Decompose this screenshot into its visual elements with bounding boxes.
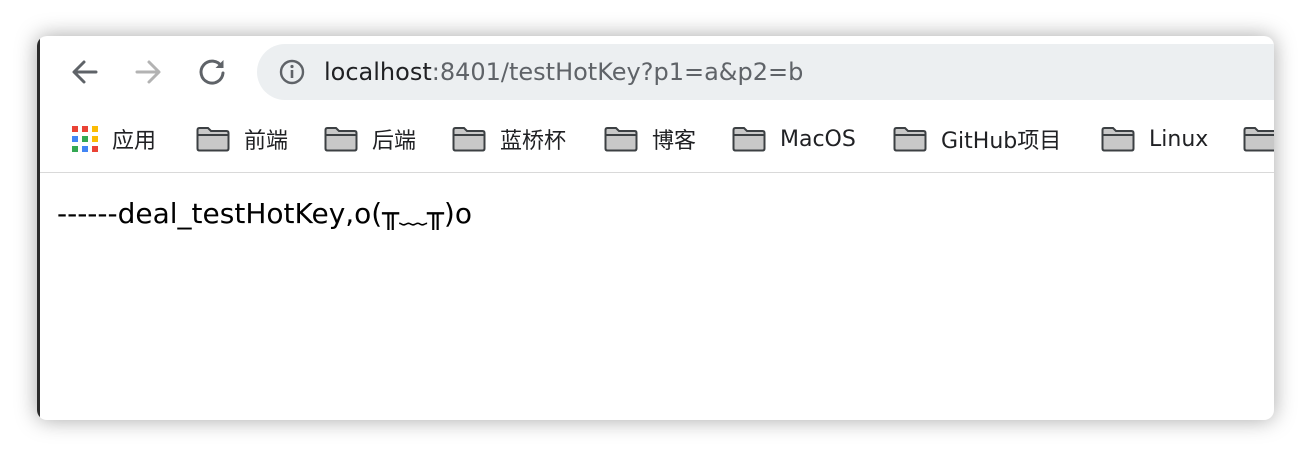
folder-icon: [324, 127, 358, 152]
bookmark-label: GitHub项目: [941, 129, 1062, 154]
address-bar[interactable]: localhost:8401/testHotKey?p1=a&p2=b: [257, 44, 1274, 100]
back-button[interactable]: [67, 54, 103, 90]
arrow-left-icon: [72, 60, 98, 84]
folder-icon: [893, 127, 927, 152]
bookmark-folder-linux[interactable]: Linux: [1101, 122, 1208, 156]
reload-button[interactable]: [194, 54, 230, 90]
forward-button[interactable]: [130, 54, 166, 90]
page-body-text: ------deal_testHotKey,o(╥﹏╥)o: [57, 197, 472, 230]
bookmarks-bar: 应用 前端 后端 蓝桥杯 博客 MacOS GitHub项目 Linux: [37, 108, 1274, 173]
bookmark-folder-frontend[interactable]: 前端: [196, 122, 288, 156]
bookmark-folder-blog[interactable]: 博客: [604, 122, 696, 156]
apps-grid-dot: [92, 146, 98, 152]
bookmark-label: 前端: [244, 129, 289, 154]
apps-grid-dot: [92, 136, 98, 142]
reload-icon: [199, 59, 225, 85]
browser-toolbar: localhost:8401/testHotKey?p1=a&p2=b: [37, 36, 1274, 108]
bookmark-folder-overflow[interactable]: [1243, 122, 1274, 156]
arrow-right-icon: [135, 60, 161, 84]
folder-icon: [452, 127, 486, 152]
bookmark-label-apps: 应用: [112, 129, 157, 154]
apps-grid-icon: [72, 126, 98, 152]
url-path: :8401/testHotKey?p1=a&p2=b: [431, 58, 804, 86]
apps-grid-dot: [72, 146, 78, 152]
url-text[interactable]: localhost:8401/testHotKey?p1=a&p2=b: [324, 57, 803, 87]
apps-grid-dot: [92, 126, 98, 132]
apps-grid-dot: [82, 126, 88, 132]
browser-window: localhost:8401/testHotKey?p1=a&p2=b 应用 前…: [37, 36, 1274, 420]
bookmark-label: 博客: [652, 129, 697, 154]
bookmark-label: 后端: [372, 129, 417, 154]
apps-grid-dot: [82, 136, 88, 142]
bookmark-folder-macos[interactable]: MacOS: [732, 122, 856, 156]
apps-grid-dot: [72, 136, 78, 142]
bookmark-label: MacOS: [780, 126, 856, 152]
folder-icon: [732, 127, 766, 152]
bookmark-folder-github[interactable]: GitHub项目: [893, 122, 1061, 156]
bookmark-folder-lanqiao[interactable]: 蓝桥杯: [452, 122, 566, 156]
bookmark-apps[interactable]: 应用: [70, 122, 156, 156]
info-icon[interactable]: [279, 59, 305, 85]
folder-icon: [1101, 127, 1135, 152]
folder-icon: [604, 127, 638, 152]
bookmark-label: Linux: [1149, 126, 1209, 152]
bookmark-folder-backend[interactable]: 后端: [324, 122, 416, 156]
apps-grid-dot: [72, 126, 78, 132]
apps-grid-dot: [82, 146, 88, 152]
folder-icon: [1243, 127, 1274, 152]
url-host: localhost: [324, 58, 432, 86]
bookmark-label: 蓝桥杯: [500, 129, 567, 154]
folder-icon: [196, 127, 230, 152]
